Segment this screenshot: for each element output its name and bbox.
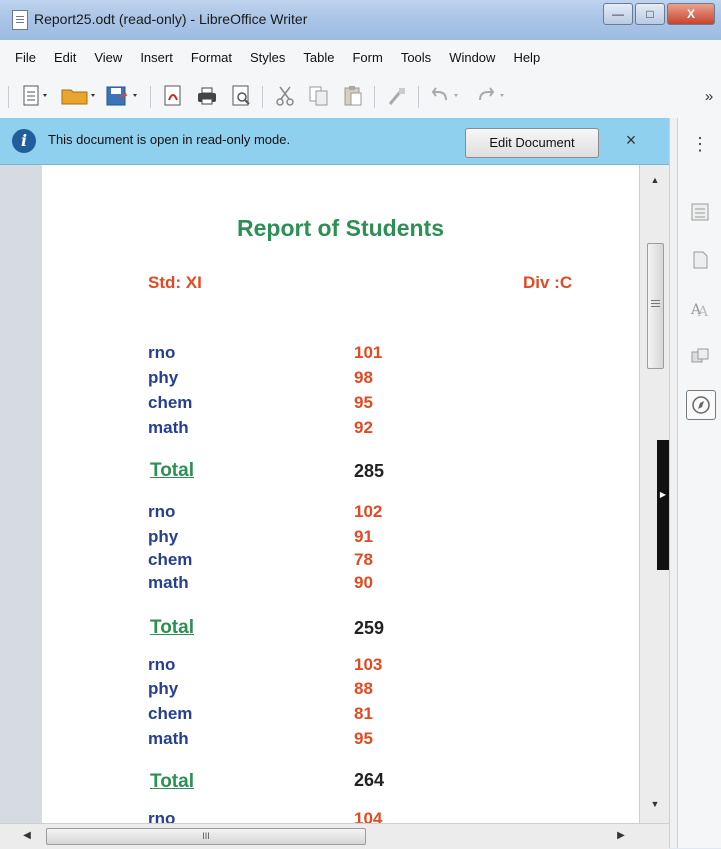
field-label: chem [148, 550, 193, 569]
field-label: phy [148, 527, 179, 546]
total-label: Total [150, 771, 194, 792]
field-value: 95 [354, 393, 373, 412]
menu-view[interactable]: View [91, 48, 125, 67]
menu-form[interactable]: Form [349, 48, 385, 67]
field-label: phy [148, 679, 179, 698]
total-value: 259 [354, 618, 385, 638]
menu-edit[interactable]: Edit [51, 48, 79, 67]
field-value: 104 [354, 809, 383, 823]
div-label: Div :C [523, 273, 573, 292]
svg-text:A: A [697, 304, 709, 318]
field-label: rno [148, 809, 176, 823]
field-label: chem [148, 704, 193, 723]
writer-document-icon [12, 10, 28, 30]
report-title: Report of Students [237, 215, 444, 241]
copy-icon[interactable] [304, 84, 334, 108]
field-value: 90 [354, 573, 373, 592]
menu-format[interactable]: Format [188, 48, 235, 67]
gallery-icon[interactable] [686, 342, 714, 370]
undo-icon[interactable] [426, 84, 470, 108]
edit-document-button[interactable]: Edit Document [465, 128, 599, 158]
vertical-scroll-thumb[interactable] [647, 243, 664, 369]
toolbar-grip[interactable] [8, 86, 9, 108]
standard-toolbar: » [0, 74, 721, 119]
menu-window[interactable]: Window [446, 48, 498, 67]
window-controls: — □ X [601, 3, 715, 25]
menu-tools[interactable]: Tools [398, 48, 434, 67]
total-value: 285 [354, 461, 385, 481]
maximize-button[interactable]: □ [635, 3, 665, 25]
close-infobar-icon[interactable]: × [621, 130, 641, 150]
field-value: 88 [354, 679, 373, 698]
field-value: 95 [354, 729, 373, 748]
field-value: 103 [354, 655, 383, 674]
close-window-button[interactable]: X [667, 3, 715, 25]
document-area: Report of Students Std: XI Div :C rno 10… [0, 165, 669, 823]
scroll-up-arrow-icon[interactable]: ▲ [640, 171, 670, 189]
infobar-message: This document is open in read-only mode. [48, 132, 291, 147]
properties-icon[interactable] [686, 198, 714, 226]
field-value: 78 [354, 550, 373, 569]
field-value: 92 [354, 418, 373, 437]
total-label: Total [150, 617, 194, 638]
field-label: math [148, 418, 189, 437]
menu-file[interactable]: File [12, 48, 39, 67]
menu-table[interactable]: Table [300, 48, 337, 67]
total-value: 264 [354, 770, 385, 790]
title-bar: Report25.odt (read-only) - LibreOffice W… [0, 0, 721, 41]
document-page[interactable]: Report of Students Std: XI Div :C rno 10… [42, 165, 639, 823]
field-value: 98 [354, 368, 373, 387]
minimize-button[interactable]: — [603, 3, 633, 25]
toolbar-overflow-icon[interactable]: » [700, 84, 718, 108]
thumb-grip-icon [651, 300, 660, 301]
export-pdf-icon[interactable] [158, 84, 188, 108]
scroll-down-arrow-icon[interactable]: ▼ [640, 795, 670, 813]
read-only-infobar: i This document is open in read-only mod… [0, 118, 669, 165]
std-label: Std: XI [148, 273, 202, 292]
menu-styles[interactable]: Styles [247, 48, 288, 67]
field-label: rno [148, 502, 176, 521]
horizontal-scroll-thumb[interactable]: III [46, 828, 366, 845]
field-label: phy [148, 368, 179, 387]
menu-help[interactable]: Help [510, 48, 543, 67]
open-folder-icon[interactable] [58, 84, 100, 108]
horizontal-scrollbar[interactable]: ◀ III ▶ [0, 823, 669, 849]
field-value: 102 [354, 502, 383, 521]
sidebar-collapse-handle[interactable]: ▶ [657, 440, 669, 570]
page-icon[interactable] [686, 246, 714, 274]
field-value: 81 [354, 704, 373, 723]
menu-bar: File Edit View Insert Format Styles Tabl… [0, 40, 721, 74]
redo-icon[interactable] [472, 84, 516, 108]
print-icon[interactable] [192, 84, 222, 108]
field-label: math [148, 573, 189, 592]
save-icon[interactable] [102, 84, 144, 108]
window-title: Report25.odt (read-only) - LibreOffice W… [34, 11, 308, 27]
field-label: rno [148, 343, 176, 362]
field-label: math [148, 729, 189, 748]
print-preview-icon[interactable] [226, 84, 256, 108]
sidebar-menu-icon[interactable]: ⋮ [686, 130, 714, 158]
navigator-icon[interactable] [686, 390, 716, 420]
paste-icon[interactable] [338, 84, 368, 108]
new-document-icon[interactable] [18, 84, 54, 108]
sidebar-deck: ⋮ AA [677, 118, 721, 848]
scroll-left-arrow-icon[interactable]: ◀ [18, 828, 36, 844]
menu-insert[interactable]: Insert [137, 48, 176, 67]
info-icon: i [12, 129, 36, 153]
scroll-right-arrow-icon[interactable]: ▶ [612, 828, 630, 844]
cut-icon[interactable] [270, 84, 300, 108]
total-label: Total [150, 460, 194, 481]
field-label: chem [148, 393, 193, 412]
styles-icon[interactable]: AA [686, 294, 714, 322]
field-value: 91 [354, 527, 373, 546]
field-value: 101 [354, 343, 383, 362]
clone-formatting-icon[interactable] [382, 84, 412, 108]
field-label: rno [148, 655, 176, 674]
